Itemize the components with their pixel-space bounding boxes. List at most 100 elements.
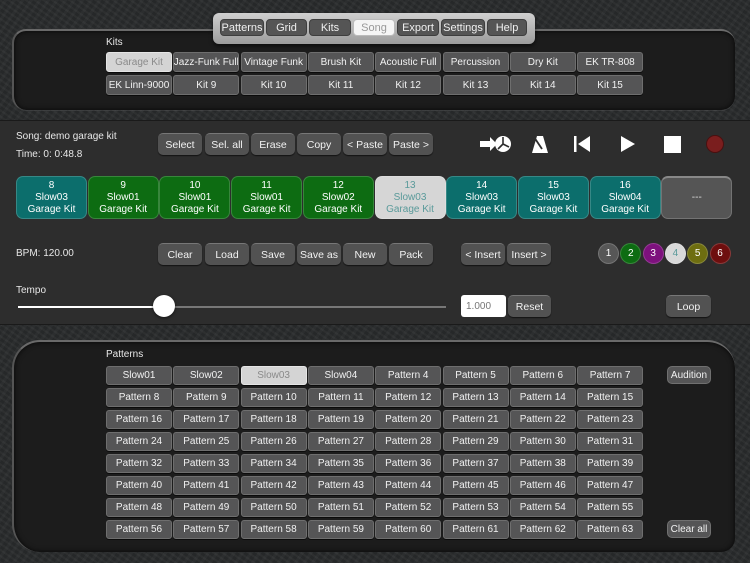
pattern-button[interactable]: Pattern 34: [240, 454, 307, 473]
kit-button[interactable]: Jazz-Funk Full: [173, 52, 240, 72]
song-slot[interactable]: 13 Slow03 Garage Kit: [374, 176, 446, 219]
pattern-button[interactable]: Slow02: [173, 366, 240, 385]
pattern-button[interactable]: Pattern 49: [173, 498, 240, 517]
pattern-button[interactable]: Slow01: [106, 366, 172, 385]
song-slot[interactable]: 11 Slow01 Garage Kit: [231, 176, 303, 219]
kit-button[interactable]: Kit 13: [442, 75, 509, 95]
pattern-button[interactable]: Pattern 22: [509, 410, 576, 429]
pattern-button[interactable]: Pattern 29: [442, 432, 509, 451]
pattern-button[interactable]: Pattern 46: [509, 476, 576, 495]
pattern-button[interactable]: Pattern 18: [240, 410, 307, 429]
kit-button[interactable]: Brush Kit: [307, 52, 374, 72]
pattern-button[interactable]: Pattern 5: [442, 366, 509, 385]
pattern-button[interactable]: Pattern 26: [240, 432, 307, 451]
pattern-button[interactable]: Pattern 61: [442, 520, 509, 539]
pattern-button[interactable]: Pattern 60: [375, 520, 442, 539]
pattern-button[interactable]: Pattern 21: [442, 410, 509, 429]
pattern-button[interactable]: Pattern 16: [106, 410, 172, 429]
pattern-button[interactable]: Slow04: [307, 366, 374, 385]
color-group-button[interactable]: 1: [598, 243, 619, 264]
tab-grid[interactable]: Grid: [266, 19, 307, 36]
kit-button[interactable]: Acoustic Full: [375, 52, 442, 72]
pattern-button[interactable]: Pattern 45: [442, 476, 509, 495]
pattern-button[interactable]: Pattern 37: [442, 454, 509, 473]
edit-button-sel-all[interactable]: Sel. all: [205, 133, 249, 155]
kit-button[interactable]: Kit 15: [577, 75, 644, 95]
jump-to-time-button[interactable]: [478, 133, 514, 155]
pattern-button[interactable]: Pattern 47: [577, 476, 644, 495]
pattern-button[interactable]: Slow03: [240, 366, 307, 385]
stop-button[interactable]: [661, 133, 683, 155]
edit-button-copy[interactable]: Copy: [297, 133, 341, 155]
edit-button-erase[interactable]: Erase: [251, 133, 295, 155]
kit-button[interactable]: EK TR-808: [577, 52, 644, 72]
edit-button-paste[interactable]: Paste >: [389, 133, 433, 155]
song-slot[interactable]: 15 Slow03 Garage Kit: [517, 176, 589, 219]
pattern-button[interactable]: Pattern 40: [106, 476, 172, 495]
pattern-button[interactable]: Pattern 13: [442, 388, 509, 407]
kit-button[interactable]: Kit 9: [173, 75, 240, 95]
kit-button[interactable]: Kit 10: [240, 75, 307, 95]
pattern-button[interactable]: Pattern 10: [240, 388, 307, 407]
pattern-button[interactable]: Pattern 4: [375, 366, 442, 385]
pattern-button[interactable]: Pattern 42: [240, 476, 307, 495]
file-button-pack[interactable]: Pack: [389, 243, 433, 265]
pattern-button[interactable]: Pattern 9: [173, 388, 240, 407]
file-button-new[interactable]: New: [343, 243, 387, 265]
pattern-button[interactable]: Pattern 20: [375, 410, 442, 429]
insert-after-button[interactable]: Insert >: [507, 243, 551, 265]
pattern-button[interactable]: Pattern 14: [509, 388, 576, 407]
pattern-button[interactable]: Pattern 28: [375, 432, 442, 451]
pattern-button[interactable]: Pattern 50: [240, 498, 307, 517]
pattern-button[interactable]: Pattern 62: [509, 520, 576, 539]
kit-button[interactable]: Vintage Funk: [240, 52, 307, 72]
song-slot[interactable]: 14 Slow03 Garage Kit: [446, 176, 518, 219]
empty-song-slot[interactable]: ---: [661, 176, 733, 219]
pattern-button[interactable]: Pattern 59: [307, 520, 374, 539]
color-group-button[interactable]: 6: [709, 243, 731, 264]
pattern-button[interactable]: Pattern 32: [106, 454, 172, 473]
kit-button[interactable]: Garage Kit: [106, 52, 172, 72]
pattern-button[interactable]: Pattern 17: [173, 410, 240, 429]
song-slot[interactable]: 10 Slow01 Garage Kit: [159, 176, 231, 219]
tempo-slider-track[interactable]: [18, 306, 446, 308]
song-slot[interactable]: 8 Slow03 Garage Kit: [16, 176, 87, 219]
file-button-save[interactable]: Save: [251, 243, 295, 265]
file-button-load[interactable]: Load: [205, 243, 249, 265]
pattern-button[interactable]: Pattern 57: [173, 520, 240, 539]
pattern-button[interactable]: Pattern 44: [375, 476, 442, 495]
kit-button[interactable]: Kit 14: [509, 75, 576, 95]
kit-button[interactable]: Kit 11: [307, 75, 374, 95]
pattern-button[interactable]: Pattern 12: [375, 388, 442, 407]
kit-button[interactable]: Percussion: [442, 52, 509, 72]
song-slot[interactable]: 16 Slow04 Garage Kit: [589, 176, 661, 219]
pattern-button[interactable]: Pattern 56: [106, 520, 172, 539]
pattern-button[interactable]: Pattern 53: [442, 498, 509, 517]
pattern-button[interactable]: Pattern 55: [577, 498, 644, 517]
record-button[interactable]: [703, 133, 727, 155]
kit-button[interactable]: Kit 12: [375, 75, 442, 95]
pattern-button[interactable]: Pattern 23: [577, 410, 644, 429]
tab-patterns[interactable]: Patterns: [220, 19, 264, 36]
color-group-button[interactable]: 3: [642, 243, 664, 264]
pattern-button[interactable]: Pattern 38: [509, 454, 576, 473]
skip-to-start-button[interactable]: [571, 133, 593, 155]
kit-button[interactable]: Dry Kit: [509, 52, 576, 72]
pattern-button[interactable]: Pattern 43: [307, 476, 374, 495]
pattern-button[interactable]: Pattern 54: [509, 498, 576, 517]
tab-song[interactable]: Song: [353, 19, 395, 36]
song-slot[interactable]: 9 Slow01 Garage Kit: [87, 176, 159, 219]
pattern-button[interactable]: Pattern 52: [375, 498, 442, 517]
tab-settings[interactable]: Settings: [441, 19, 485, 36]
pattern-button[interactable]: Pattern 33: [173, 454, 240, 473]
tempo-slider-thumb[interactable]: [152, 295, 175, 317]
pattern-button[interactable]: Pattern 6: [509, 366, 576, 385]
tab-export[interactable]: Export: [397, 19, 439, 36]
edit-button-select[interactable]: Select: [158, 133, 202, 155]
pattern-button[interactable]: Pattern 58: [240, 520, 307, 539]
color-group-button[interactable]: 4: [664, 243, 686, 264]
pattern-button[interactable]: Pattern 63: [577, 520, 644, 539]
file-button-save-as[interactable]: Save as: [297, 243, 341, 265]
tempo-value-field[interactable]: 1.000: [461, 295, 506, 317]
tempo-reset-button[interactable]: Reset: [508, 295, 551, 317]
